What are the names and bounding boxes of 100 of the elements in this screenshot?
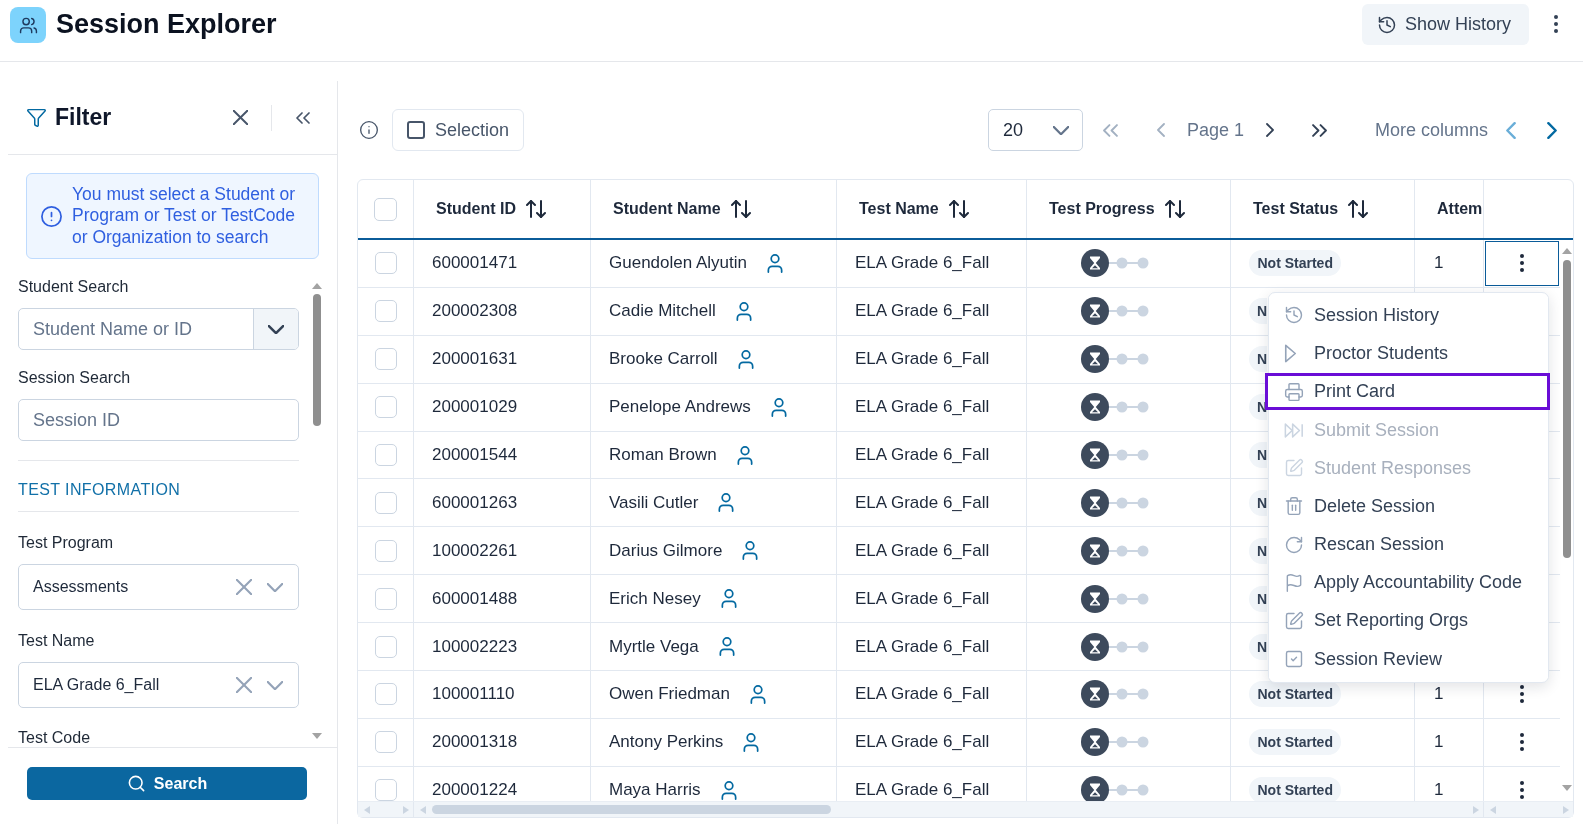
column-header[interactable]: Student Name (591, 180, 837, 238)
attempts-text: 1 (1434, 684, 1444, 705)
hourglass-progress-icon (1081, 488, 1149, 517)
panel-title: Filter (55, 104, 112, 131)
field-label: Student Search (18, 277, 130, 296)
clear-icon[interactable] (236, 677, 252, 693)
menu-item[interactable]: Set Reporting Orgs (1269, 602, 1548, 640)
select-field[interactable]: Assessments (18, 564, 299, 610)
close-icon[interactable] (233, 110, 248, 125)
attempts-text: 1 (1434, 780, 1444, 801)
test-name-text: ELA Grade 6_Fall (855, 492, 990, 513)
kebab-menu-icon (1520, 781, 1524, 800)
chevron-down-icon (267, 680, 283, 690)
field-label: Test Name (18, 631, 96, 650)
test-name-text: ELA Grade 6_Fall (855, 588, 990, 609)
chevron-right-icon[interactable] (1547, 121, 1557, 139)
menu-item[interactable]: Session Review (1269, 640, 1548, 678)
kebab-menu-icon (1520, 254, 1524, 273)
hourglass-progress-icon (1081, 584, 1149, 613)
user-icon[interactable] (749, 684, 766, 704)
selection-button[interactable]: Selection (392, 109, 525, 151)
student-id-text: 600001471 (432, 253, 518, 274)
user-icon[interactable] (767, 253, 783, 273)
hourglass-progress-icon (1081, 441, 1149, 469)
search-button[interactable]: Search (27, 767, 307, 800)
horizontal-scrollbar[interactable] (358, 801, 1573, 817)
student-id-text: 100002223 (432, 636, 518, 657)
checkbox[interactable] (407, 121, 425, 139)
test-name-text: ELA Grade 6_Fall (855, 636, 990, 657)
column-header[interactable]: Test Name (837, 180, 1027, 238)
clear-icon[interactable] (236, 579, 252, 595)
status-badge: N (1249, 442, 1268, 468)
double-chevron-left-icon[interactable] (296, 111, 310, 124)
status-badge: N (1249, 585, 1268, 612)
status-badge: Not Started (1249, 729, 1342, 756)
show-history-button[interactable]: Show History (1361, 4, 1529, 45)
user-icon[interactable] (718, 637, 735, 657)
student-name-text: Antony Perkins (609, 732, 724, 753)
student-name-text: Owen Friedman (609, 684, 730, 705)
user-icon[interactable] (770, 397, 787, 417)
status-badge: Not Started (1249, 681, 1342, 708)
menu-item[interactable]: Session History (1269, 296, 1548, 335)
checked-box-icon (1284, 649, 1304, 670)
row-actions-button[interactable] (1520, 781, 1524, 800)
test-name-text: ELA Grade 6_Fall (855, 780, 990, 801)
history-icon (1376, 14, 1397, 35)
select-field[interactable]: ELA Grade 6_Fall (18, 662, 299, 708)
more-columns-label: More columns (1374, 119, 1488, 141)
users-icon (10, 7, 46, 43)
user-icon[interactable] (718, 493, 735, 513)
user-icon[interactable] (743, 732, 760, 752)
user-icon[interactable] (720, 780, 737, 800)
status-badge: N (1249, 298, 1268, 325)
row-actions-button[interactable] (1485, 240, 1559, 287)
column-header[interactable]: Test Status (1231, 180, 1415, 238)
alert-icon (40, 204, 63, 228)
hourglass-progress-icon (1081, 728, 1149, 757)
sort-icon (1164, 199, 1185, 219)
kebab-menu-icon[interactable] (1554, 15, 1558, 33)
search-combobox[interactable]: Student Name or ID (18, 308, 299, 350)
user-icon[interactable] (735, 301, 752, 321)
hourglass-progress-icon (1081, 632, 1149, 661)
filter-icon (26, 107, 47, 128)
row-actions-button[interactable] (1520, 733, 1524, 752)
test-name-text: ELA Grade 6_Fall (855, 540, 990, 561)
history-icon (1284, 305, 1304, 326)
double-chevron-right-icon[interactable] (1311, 123, 1327, 137)
test-name-text: ELA Grade 6_Fall (855, 301, 990, 322)
search-field[interactable]: Student Name or ID (19, 309, 253, 349)
info-icon[interactable] (359, 120, 379, 140)
dropdown-button[interactable] (253, 309, 298, 349)
menu-item[interactable]: Apply Accountability Code (1269, 564, 1548, 602)
page-indicator: Page 1 (1186, 119, 1244, 141)
printer-icon (1284, 381, 1304, 402)
row-actions-button[interactable] (1520, 685, 1524, 704)
status-badge: N (1249, 537, 1268, 564)
column-header[interactable]: Student ID (414, 180, 591, 238)
text-field[interactable]: Session ID (18, 399, 299, 441)
student-name-text: Guendolen Alyutin (609, 253, 747, 274)
menu-item[interactable]: Delete Session (1269, 487, 1548, 525)
status-badge: Not Started (1249, 777, 1342, 801)
status-badge: N (1249, 346, 1268, 373)
student-name-text: Maya Harris (609, 780, 701, 801)
user-icon[interactable] (736, 445, 753, 465)
user-icon[interactable] (737, 349, 754, 369)
sort-icon (526, 199, 546, 219)
user-icon[interactable] (720, 589, 737, 609)
menu-item[interactable]: Print Card (1265, 373, 1550, 411)
hourglass-progress-icon (1081, 393, 1149, 422)
chevron-right-icon[interactable] (1265, 123, 1274, 137)
student-name-text: Roman Brown (609, 445, 717, 465)
status-badge: N (1249, 633, 1268, 660)
menu-item[interactable]: Rescan Session (1269, 526, 1548, 564)
column-header[interactable]: Test Progress (1027, 180, 1231, 238)
menu-item[interactable]: Proctor Students (1269, 335, 1548, 373)
field-label: Test Code (18, 728, 92, 747)
user-icon[interactable] (742, 541, 759, 561)
page-size-select[interactable]: 20 (987, 109, 1083, 151)
edit-icon (1284, 611, 1304, 631)
column-header[interactable]: Attem (1415, 180, 1484, 238)
